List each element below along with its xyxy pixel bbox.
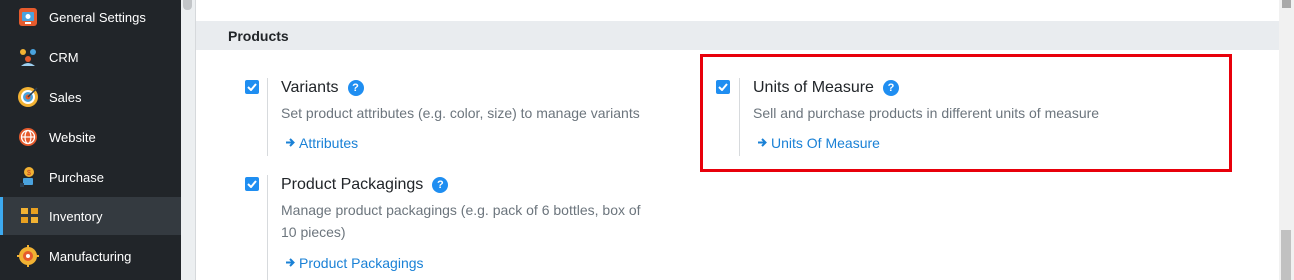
website-icon [17, 126, 39, 148]
sidebar-item-sales[interactable]: Sales [0, 78, 181, 116]
highlight-box [700, 54, 1232, 172]
sidebar-item-label: General Settings [49, 9, 146, 25]
product-packagings-description-line2: 10 pieces) [281, 224, 346, 240]
section-header: Products [196, 21, 1279, 50]
sales-icon [17, 86, 39, 108]
page-scrollbar-thumb[interactable] [1281, 230, 1291, 280]
settings-icon [17, 6, 39, 28]
inventory-icon [19, 205, 41, 227]
check-icon [247, 180, 257, 188]
variants-title: Variants [281, 79, 339, 96]
scrollbar-top-cap [1282, 0, 1291, 8]
product-packagings-description: Manage product packagings (e.g. pack of … [281, 202, 641, 218]
variants-setting: Variants ? [281, 79, 364, 97]
sidebar-scrollbar-thumb[interactable] [183, 0, 192, 10]
product-packagings-link[interactable]: Product Packagings [285, 255, 424, 271]
sidebar-item-website[interactable]: Website [0, 118, 181, 156]
sidebar-item-label: Sales [49, 89, 82, 105]
arrow-right-icon [285, 135, 296, 151]
product-packagings-checkbox[interactable] [245, 177, 259, 191]
sidebar-item-manufacturing[interactable]: Manufacturing [0, 237, 181, 275]
variants-checkbox[interactable] [245, 80, 259, 94]
sidebar-item-label: Manufacturing [49, 248, 132, 264]
sidebar-item-purchase[interactable]: $ Purchase [0, 158, 181, 196]
product-packagings-title: Product Packagings [281, 176, 424, 193]
section-title: Products [228, 28, 289, 44]
sidebar-item-label: Website [49, 129, 96, 145]
setting-divider [267, 175, 268, 280]
sidebar-item-general-settings[interactable]: General Settings [0, 0, 181, 36]
arrow-right-icon [285, 255, 296, 271]
crm-icon [17, 46, 39, 68]
check-icon [247, 83, 257, 91]
sidebar-scrollbar[interactable] [181, 0, 196, 280]
page-scrollbar[interactable] [1279, 0, 1294, 280]
product-packagings-link-label: Product Packagings [299, 255, 424, 271]
attributes-link[interactable]: Attributes [285, 135, 358, 151]
svg-text:$: $ [27, 170, 31, 177]
help-icon[interactable]: ? [347, 80, 364, 96]
sidebar-item-label: Purchase [49, 169, 104, 185]
attributes-link-label: Attributes [299, 135, 359, 151]
app-sidebar: General Settings CRM Sales Website $ Pur… [0, 0, 181, 280]
sidebar-item-label: CRM [49, 49, 79, 65]
product-packagings-setting: Product Packagings ? [281, 176, 449, 194]
setting-divider [267, 78, 268, 156]
sidebar-item-inventory[interactable]: Inventory [0, 197, 181, 235]
variants-description: Set product attributes (e.g. color, size… [281, 105, 640, 121]
sidebar-item-label: Inventory [49, 208, 103, 224]
manufacturing-icon [17, 245, 39, 267]
sidebar-item-crm[interactable]: CRM [0, 38, 181, 76]
help-icon[interactable]: ? [432, 177, 449, 193]
purchase-icon: $ [17, 166, 39, 188]
